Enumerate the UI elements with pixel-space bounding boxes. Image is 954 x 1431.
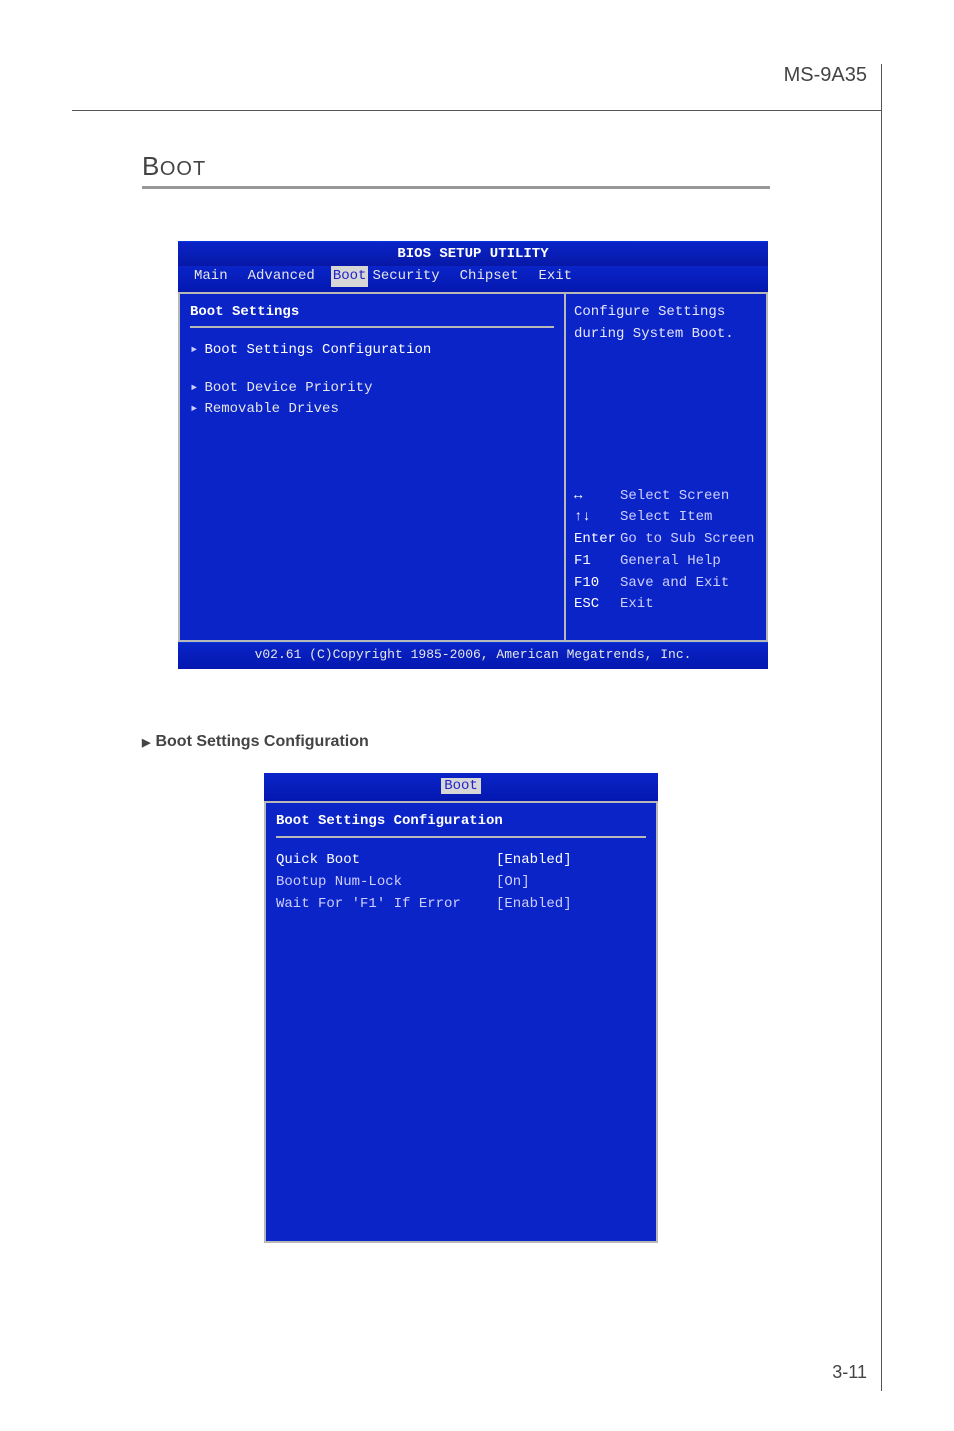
section-title-initial: B — [142, 151, 160, 181]
bios-item-label: Boot Settings Configuration — [204, 342, 431, 358]
bios-title: BIOS SETUP UTILITY — [178, 241, 768, 266]
spacer — [190, 362, 554, 378]
triangle-icon: ▸ — [190, 342, 198, 358]
triangle-icon: ▸ — [190, 380, 198, 396]
key-desc: Exit — [620, 596, 654, 612]
key-desc: Select Screen — [620, 488, 729, 504]
key: ↔ — [574, 486, 620, 508]
bios-right-panel: Configure Settings during System Boot. ↔… — [566, 294, 766, 640]
key: F10 — [574, 573, 620, 595]
bios-setup-screenshot: BIOS SETUP UTILITY Main Advanced Boot Se… — [178, 241, 768, 669]
bios-item-label: Boot Device Priority — [204, 380, 372, 396]
page: MS-9A35 BOOT BIOS SETUP UTILITY Main Adv… — [72, 64, 882, 1391]
tab-main[interactable]: Main — [190, 266, 244, 288]
key-row-f10: F10Save and Exit — [574, 573, 758, 595]
bios-footer: v02.61 (C)Copyright 1985-2006, American … — [178, 642, 768, 669]
setting-name: Bootup Num-Lock — [276, 872, 496, 894]
bios-help-description: Configure Settings during System Boot. — [574, 302, 758, 345]
key-row-f1: F1General Help — [574, 551, 758, 573]
key-desc: General Help — [620, 553, 721, 569]
section-title-rest: OOT — [160, 158, 206, 180]
bios-item-boot-device-priority[interactable]: ▸ Boot Device Priority — [190, 378, 554, 400]
page-number: 3-11 — [832, 1362, 867, 1383]
bios-body: Boot Settings ▸ Boot Settings Configurati… — [178, 292, 768, 642]
key-row-select-item: ↑↓Select Item — [574, 507, 758, 529]
key: F1 — [574, 551, 620, 573]
key-desc: Save and Exit — [620, 575, 729, 591]
setting-value: [On] — [496, 872, 530, 894]
tab-boot[interactable]: Boot — [331, 266, 369, 288]
bios-subscreen-screenshot: Boot Boot Settings Configuration Quick B… — [264, 773, 658, 1243]
tab-boot[interactable]: Boot — [441, 778, 481, 794]
setting-name: Quick Boot — [276, 850, 496, 872]
section-title-rule — [142, 186, 770, 189]
tab-exit[interactable]: Exit — [534, 266, 588, 288]
key-row-select-screen: ↔Select Screen — [574, 486, 758, 508]
tab-advanced[interactable]: Advanced — [244, 266, 331, 288]
bios-sub-body: Boot Settings Configuration Quick Boot [… — [264, 801, 658, 1243]
setting-name: Wait For 'F1' If Error — [276, 894, 496, 916]
bios-left-panel: Boot Settings ▸ Boot Settings Configurati… — [180, 294, 566, 640]
section-title: BOOT — [142, 151, 857, 182]
setting-value: [Enabled] — [496, 894, 572, 916]
bios-key-help: ↔Select Screen ↑↓Select Item EnterGo to … — [574, 486, 758, 616]
setting-value: [Enabled] — [496, 850, 572, 872]
triangle-icon: ▶ — [142, 737, 150, 749]
bios-tabs: Main Advanced Boot Security Chipset Exit — [178, 266, 768, 293]
key: Enter — [574, 529, 620, 551]
tab-security[interactable]: Security — [368, 266, 455, 288]
key-desc: Go to Sub Screen — [620, 531, 754, 547]
key-desc: Select Item — [620, 509, 712, 525]
tab-chipset[interactable]: Chipset — [456, 266, 535, 288]
bios-row-numlock[interactable]: Bootup Num-Lock [On] — [276, 872, 646, 894]
key: ESC — [574, 594, 620, 616]
triangle-icon: ▸ — [190, 401, 198, 417]
bios-sub-heading: Boot Settings Configuration — [276, 811, 646, 839]
key-row-esc: ESCExit — [574, 594, 758, 616]
bios-panel-heading: Boot Settings — [190, 302, 554, 328]
subsection-heading: ▶ Boot Settings Configuration — [142, 733, 857, 751]
page-content: BOOT BIOS SETUP UTILITY Main Advanced Bo… — [72, 87, 881, 1243]
key: ↑↓ — [574, 507, 620, 529]
page-header-model: MS-9A35 — [72, 64, 881, 87]
key-row-enter: EnterGo to Sub Screen — [574, 529, 758, 551]
bios-item-removable-drives[interactable]: ▸ Removable Drives — [190, 399, 554, 421]
bios-sub-tabs: Boot — [264, 773, 658, 801]
bios-item-boot-settings-config[interactable]: ▸ Boot Settings Configuration — [190, 340, 554, 362]
subsection-label: Boot Settings Configuration — [155, 733, 368, 750]
bios-row-quick-boot[interactable]: Quick Boot [Enabled] — [276, 850, 646, 872]
bios-row-wait-f1[interactable]: Wait For 'F1' If Error [Enabled] — [276, 894, 646, 916]
bios-item-label: Removable Drives — [204, 401, 338, 417]
